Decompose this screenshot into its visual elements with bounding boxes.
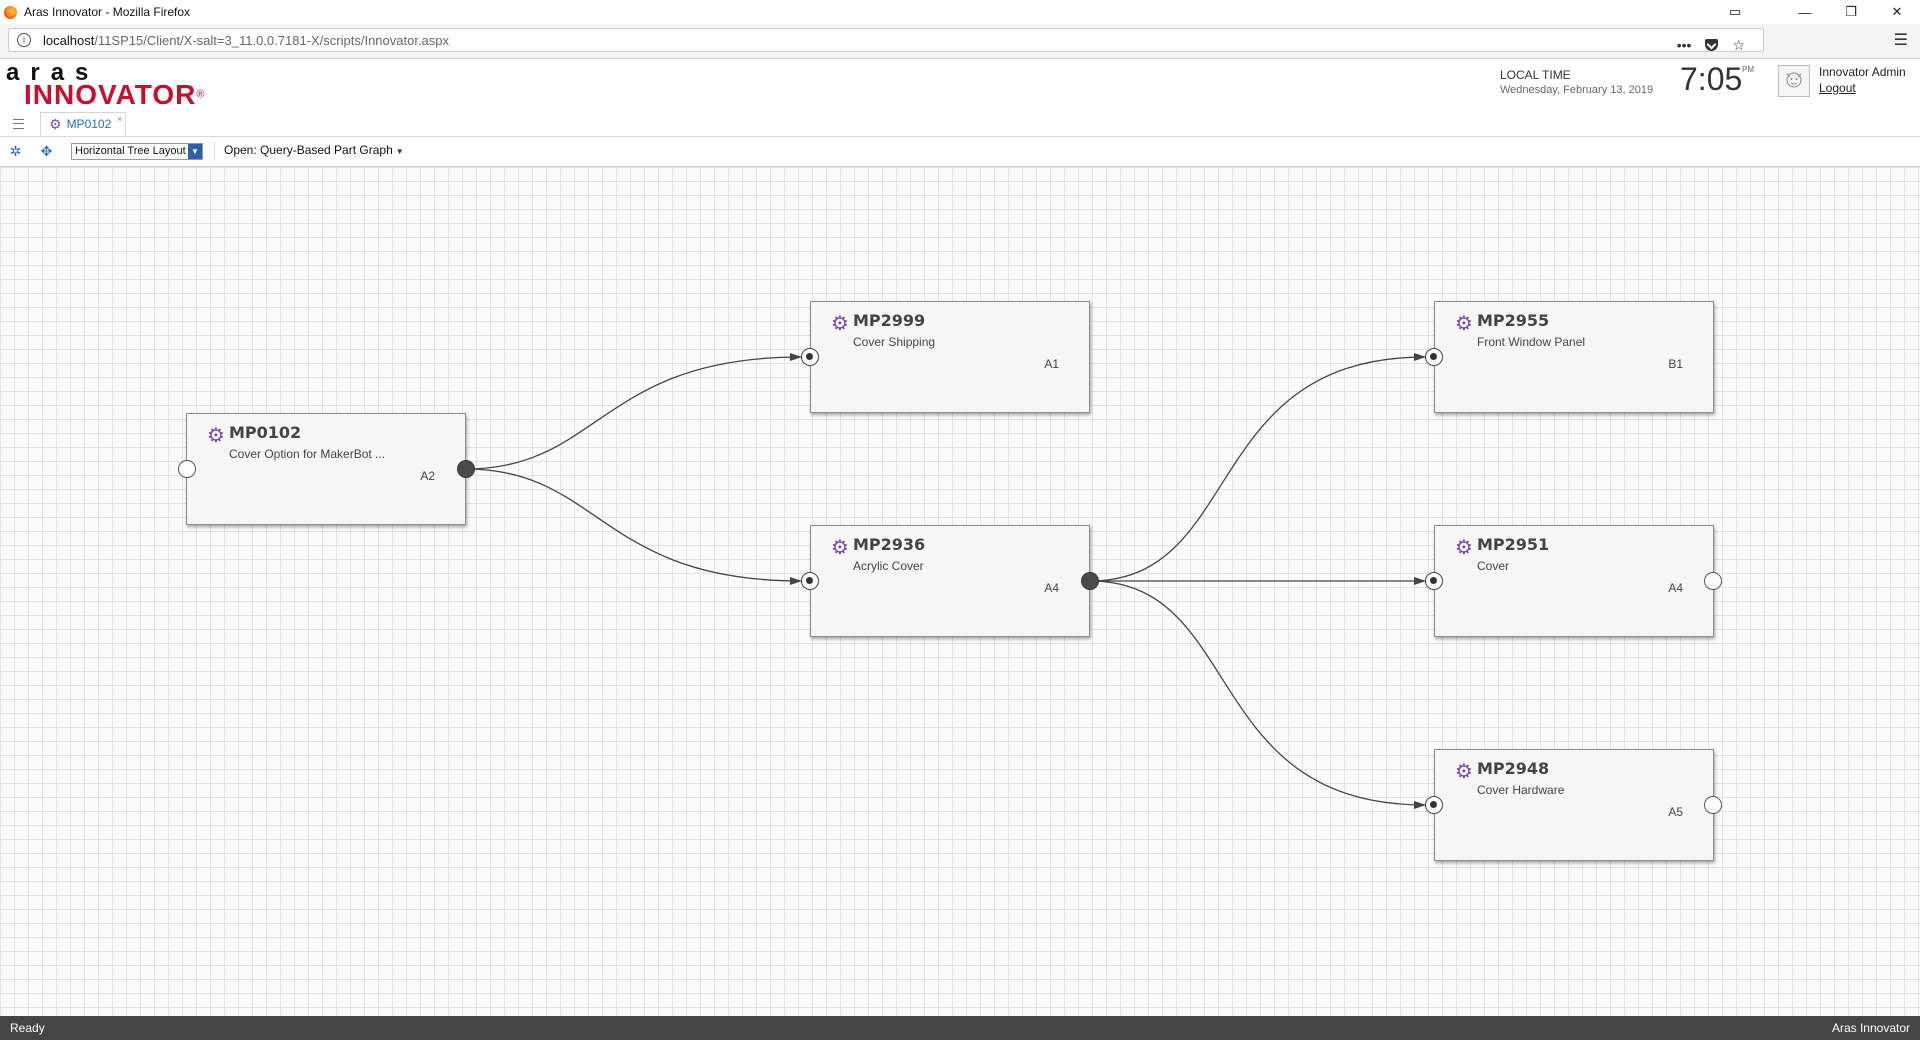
node-item-number: MP2999: [853, 311, 926, 330]
node-revision: B1: [1668, 357, 1683, 371]
part-gear-icon: ⚙: [207, 425, 225, 447]
toolbar-divider: [214, 142, 215, 161]
tab-label: MP0102: [66, 117, 112, 131]
edge-mp2936-mp2955[interactable]: [1089, 353, 1426, 582]
pocket-icon[interactable]: [1705, 39, 1719, 51]
window-titlebar: Aras Innovator - Mozilla Firefox ▭ — ❐ ✕: [0, 0, 1920, 24]
node-revision: A5: [1668, 805, 1683, 819]
caret-down-icon: ▼: [395, 147, 404, 156]
url-bar[interactable]: i localhost/11SP15/Client/X-salt=3_11.0.…: [8, 28, 1764, 53]
node-revision: A2: [420, 469, 435, 483]
user-name: Innovator Admin: [1819, 65, 1906, 79]
browser-toolbar: i localhost/11SP15/Client/X-salt=3_11.0.…: [0, 24, 1920, 59]
node-item-name: Cover Shipping: [853, 335, 936, 349]
restore-button[interactable]: ❐: [1828, 0, 1874, 24]
graph-node-mp0102[interactable]: ⚙ MP0102 Cover Option for MakerBot ... A…: [186, 413, 466, 525]
node-item-number: MP2948: [1477, 759, 1550, 778]
node-revision: A4: [1668, 581, 1683, 595]
logo-registered-mark: ®: [196, 88, 205, 101]
node-revision: A4: [1044, 581, 1059, 595]
part-gear-icon: ⚙: [1455, 761, 1473, 783]
part-gear-icon: ⚙: [1455, 313, 1473, 335]
status-text: Ready: [10, 1021, 45, 1035]
node-item-name: Cover Hardware: [1477, 783, 1565, 797]
node-output-port[interactable]: [1081, 572, 1099, 590]
window-title: Aras Innovator - Mozilla Firefox: [24, 5, 191, 19]
layout-select-value: Horizontal Tree Layout: [75, 145, 186, 157]
node-input-port[interactable]: [1425, 348, 1443, 366]
part-gear-icon: ⚙: [831, 537, 849, 559]
url-path: /11SP15/Client/X-salt=3_11.0.0.7181-X/sc…: [94, 32, 450, 48]
window-controls: ▭ — ❐ ✕: [1712, 0, 1920, 24]
url-text[interactable]: localhost/11SP15/Client/X-salt=3_11.0.0.…: [43, 33, 449, 48]
node-item-number: MP0102: [229, 423, 302, 442]
url-host: localhost: [43, 32, 95, 48]
node-item-name: Front Window Panel: [1477, 335, 1586, 349]
part-gear-icon: ⚙: [1455, 537, 1473, 559]
tab-mp0102[interactable]: ⚙ MP0102 ×: [40, 112, 127, 136]
url-actions: ••• ☆: [1677, 33, 1745, 57]
minimize-button[interactable]: —: [1782, 0, 1828, 24]
page-actions-icon[interactable]: •••: [1677, 37, 1692, 53]
browser-menu-icon[interactable]: ☰: [1894, 28, 1908, 52]
node-input-port[interactable]: [801, 572, 819, 590]
graph-node-mp2951[interactable]: ⚙ MP2951 Cover A4: [1434, 525, 1714, 637]
status-bar: Ready Aras Innovator: [0, 1016, 1920, 1040]
clock-ampm: PM: [1742, 65, 1754, 74]
local-date: Wednesday, February 13, 2019: [1500, 84, 1654, 96]
part-icon: ⚙: [49, 115, 62, 132]
user-avatar-icon: [1786, 72, 1802, 88]
fit-to-screen-icon[interactable]: ✲: [7, 143, 24, 160]
node-revision: A1: [1044, 357, 1059, 371]
node-item-number: MP2936: [853, 535, 926, 554]
node-output-port[interactable]: [1704, 796, 1722, 814]
site-info-icon[interactable]: i: [17, 33, 31, 47]
open-graph-label: Open: Query-Based Part Graph: [224, 143, 393, 157]
logout-link[interactable]: Logout: [1819, 81, 1856, 95]
clock-time: 7:05: [1680, 61, 1743, 97]
edge-mp0102-mp2936[interactable]: [465, 468, 802, 585]
node-input-port[interactable]: [801, 348, 819, 366]
graph-toolbar: ✲ ✥ Horizontal Tree Layout ▼ Open: Query…: [0, 137, 1920, 167]
node-item-number: MP2951: [1477, 535, 1550, 554]
logo-innovator-text: INNOVATOR: [24, 79, 197, 110]
node-input-port[interactable]: [1425, 572, 1443, 590]
graph-node-mp2955[interactable]: ⚙ MP2955 Front Window Panel B1: [1434, 301, 1714, 413]
tab-bar: ⚙ MP0102 ×: [0, 110, 1920, 137]
node-input-port[interactable]: [178, 460, 196, 478]
part-gear-icon: ⚙: [831, 313, 849, 335]
node-output-port[interactable]: [457, 460, 475, 478]
local-time-block: LOCAL TIME Wednesday, February 13, 2019: [1500, 68, 1653, 96]
edge-mp2936-mp2948[interactable]: [1089, 580, 1426, 809]
node-item-name: Acrylic Cover: [853, 559, 924, 573]
center-graph-icon[interactable]: ✥: [38, 143, 55, 160]
navigation-menu-icon[interactable]: [13, 119, 24, 129]
node-input-port[interactable]: [1425, 796, 1443, 814]
graph-node-mp2948[interactable]: ⚙ MP2948 Cover Hardware A5: [1434, 749, 1714, 861]
status-app-name: Aras Innovator: [1831, 1021, 1910, 1035]
node-item-name: Cover Option for MakerBot ...: [229, 447, 386, 461]
close-window-button[interactable]: ✕: [1874, 0, 1920, 24]
chevron-down-icon[interactable]: ▼: [188, 144, 202, 159]
layout-select[interactable]: Horizontal Tree Layout ▼: [71, 143, 203, 160]
tab-close-icon[interactable]: ×: [117, 114, 122, 124]
firefox-icon: [4, 5, 17, 19]
node-item-name: Cover: [1477, 559, 1510, 573]
graph-node-mp2999[interactable]: ⚙ MP2999 Cover Shipping A1: [810, 301, 1090, 413]
reader-view-icon[interactable]: ▭: [1712, 0, 1758, 24]
node-item-number: MP2955: [1477, 311, 1550, 330]
bookmark-star-icon[interactable]: ☆: [1732, 37, 1745, 54]
app-header: aras INNOVATOR® LOCAL TIME Wednesday, Fe…: [0, 59, 1920, 112]
local-time-label: LOCAL TIME: [1500, 68, 1571, 82]
open-graph-menu[interactable]: Open: Query-Based Part Graph ▼: [224, 143, 404, 157]
graph-canvas[interactable]: ⚙ MP0102 Cover Option for MakerBot ... A…: [0, 167, 1920, 1016]
graph-node-mp2936[interactable]: ⚙ MP2936 Acrylic Cover A4: [810, 525, 1090, 637]
user-avatar[interactable]: [1778, 65, 1810, 97]
node-output-port[interactable]: [1704, 572, 1722, 590]
aras-innovator-logo: aras INNOVATOR®: [6, 61, 205, 110]
edge-mp0102-mp2999[interactable]: [465, 353, 802, 470]
